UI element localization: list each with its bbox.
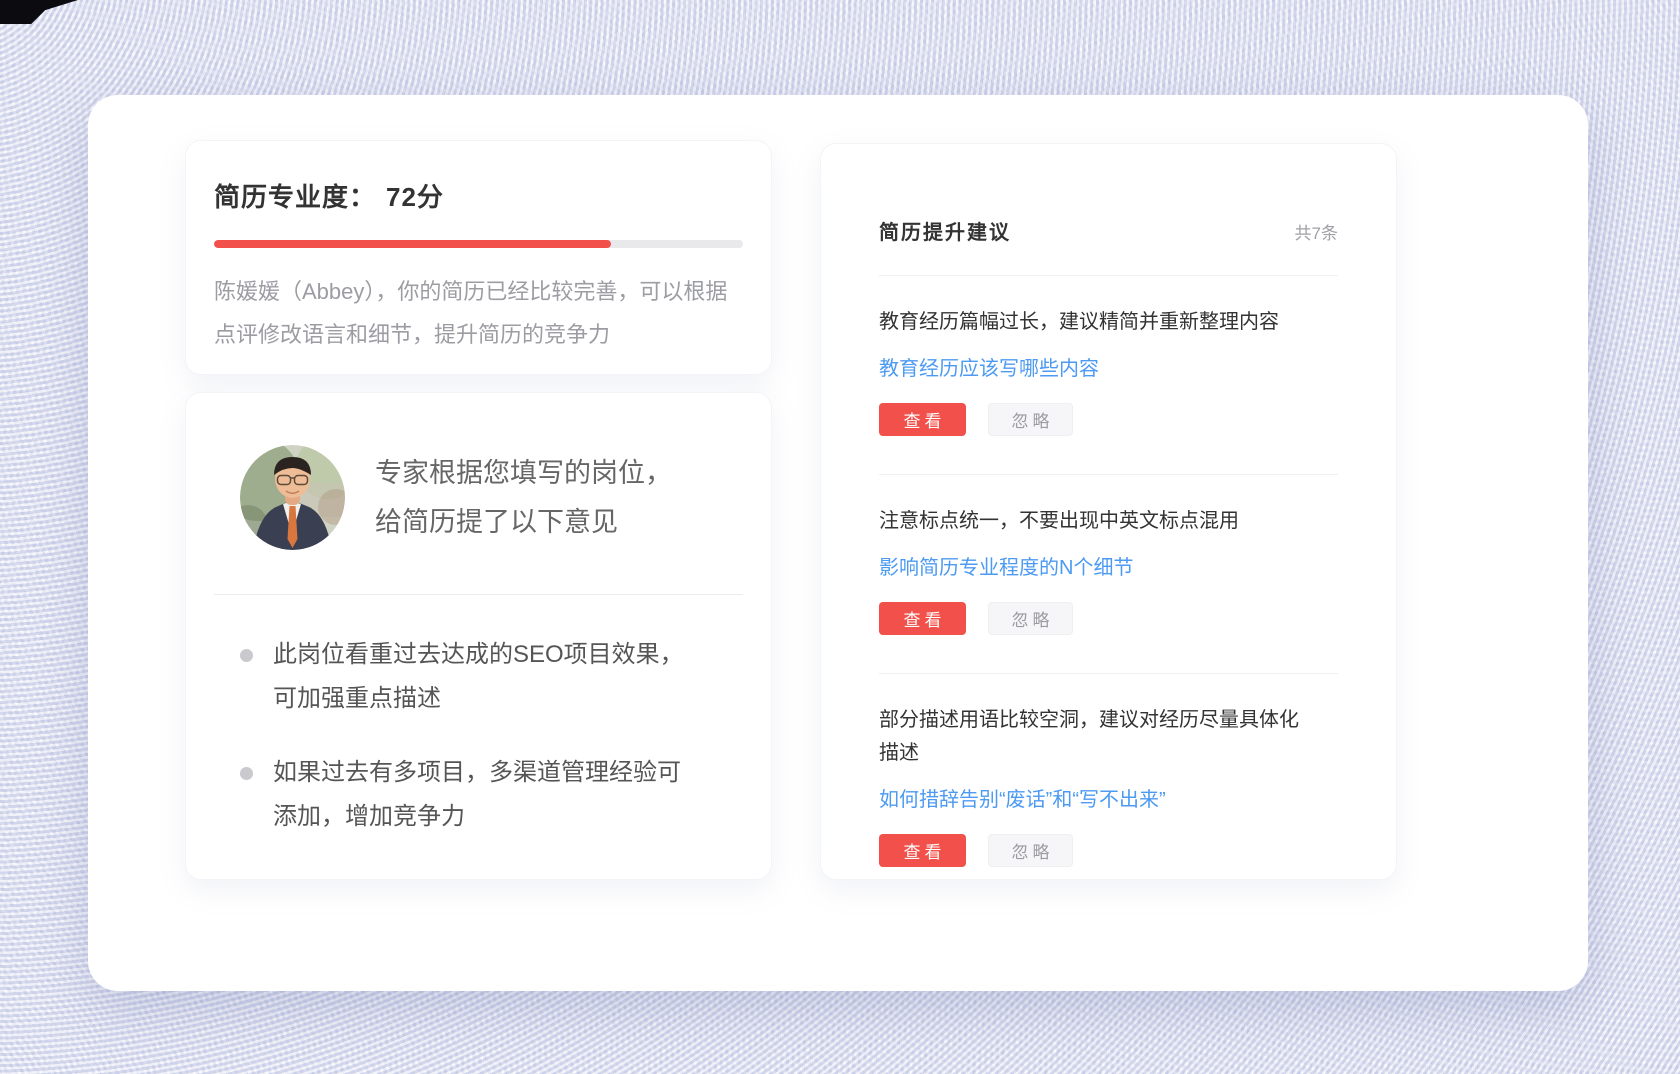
expert-header: 专家根据您填写的岗位， 给简历提了以下意见 (214, 445, 743, 550)
suggestion-link[interactable]: 教育经历应该写哪些内容 (879, 352, 1099, 381)
expert-avatar (240, 445, 345, 550)
list-item: 如果过去有多项目，多渠道管理经验可添加，增加竞争力 (240, 751, 743, 839)
expert-intro-line1: 专家根据您填写的岗位， (375, 449, 672, 498)
divider (214, 594, 743, 595)
view-button[interactable]: 查看 (879, 602, 966, 635)
suggestion-text: 部分描述用语比较空洞，建议对经历尽量具体化描述 (879, 704, 1309, 770)
score-label: 简历专业度： (214, 182, 376, 212)
suggestion-text: 教育经历篇幅过长，建议精简并重新整理内容 (879, 306, 1309, 339)
suggestion-count: 共7条 (1295, 219, 1338, 244)
suggestion-actions: 查看 忽略 (879, 602, 1338, 635)
suggestion-link[interactable]: 如何措辞告别“废话”和“写不出来” (879, 783, 1166, 812)
suggestion-item: 教育经历篇幅过长，建议精简并重新整理内容 教育经历应该写哪些内容 查看 忽略 (879, 276, 1338, 475)
ignore-button[interactable]: 忽略 (988, 602, 1073, 635)
expert-intro-line2: 给简历提了以下意见 (375, 498, 672, 547)
bullet-dot-icon (240, 767, 253, 780)
suggestion-item: 注意标点统一，不要出现中英文标点混用 影响简历专业程度的N个细节 查看 忽略 (879, 475, 1338, 674)
advice-text: 此岗位看重过去达成的SEO项目效果，可加强重点描述 (273, 633, 693, 721)
suggestion-text: 注意标点统一，不要出现中英文标点混用 (879, 505, 1309, 538)
score-progress-bar (214, 240, 743, 248)
expert-intro: 专家根据您填写的岗位， 给简历提了以下意见 (375, 449, 672, 547)
suggestion-item: 部分描述用语比较空洞，建议对经历尽量具体化描述 如何措辞告别“废话”和“写不出来… (879, 674, 1338, 905)
ignore-button[interactable]: 忽略 (988, 403, 1073, 436)
suggestion-actions: 查看 忽略 (879, 403, 1338, 436)
progress-fill (214, 240, 611, 248)
view-button[interactable]: 查看 (879, 834, 966, 867)
list-item: 此岗位看重过去达成的SEO项目效果，可加强重点描述 (240, 633, 743, 721)
ignore-button[interactable]: 忽略 (988, 834, 1073, 867)
expert-avatar-image (240, 445, 345, 550)
advice-text: 如果过去有多项目，多渠道管理经验可添加，增加竞争力 (273, 751, 693, 839)
score-value: 72分 (386, 182, 444, 212)
suggestions-card: 简历提升建议 共7条 教育经历篇幅过长，建议精简并重新整理内容 教育经历应该写哪… (820, 143, 1397, 880)
suggestions-title: 简历提升建议 (879, 216, 1011, 245)
suggestions-header: 简历提升建议 共7条 (879, 216, 1338, 245)
bullet-dot-icon (240, 649, 253, 662)
view-button[interactable]: 查看 (879, 403, 966, 436)
resume-score-card: 简历专业度： 72分 陈媛媛（Abbey），你的简历已经比较完善，可以根据点评修改… (185, 140, 772, 375)
suggestion-actions: 查看 忽略 (879, 834, 1338, 867)
score-title: 简历专业度： 72分 (214, 177, 743, 214)
advice-list: 此岗位看重过去达成的SEO项目效果，可加强重点描述 如果过去有多项目，多渠道管理… (214, 633, 743, 839)
score-description: 陈媛媛（Abbey），你的简历已经比较完善，可以根据点评修改语言和细节，提升简历… (214, 270, 743, 356)
suggestion-link[interactable]: 影响简历专业程度的N个细节 (879, 551, 1133, 580)
expert-advice-card: 专家根据您填写的岗位， 给简历提了以下意见 此岗位看重过去达成的SEO项目效果，… (185, 392, 772, 880)
main-panel: 简历专业度： 72分 陈媛媛（Abbey），你的简历已经比较完善，可以根据点评修改… (88, 95, 1588, 991)
